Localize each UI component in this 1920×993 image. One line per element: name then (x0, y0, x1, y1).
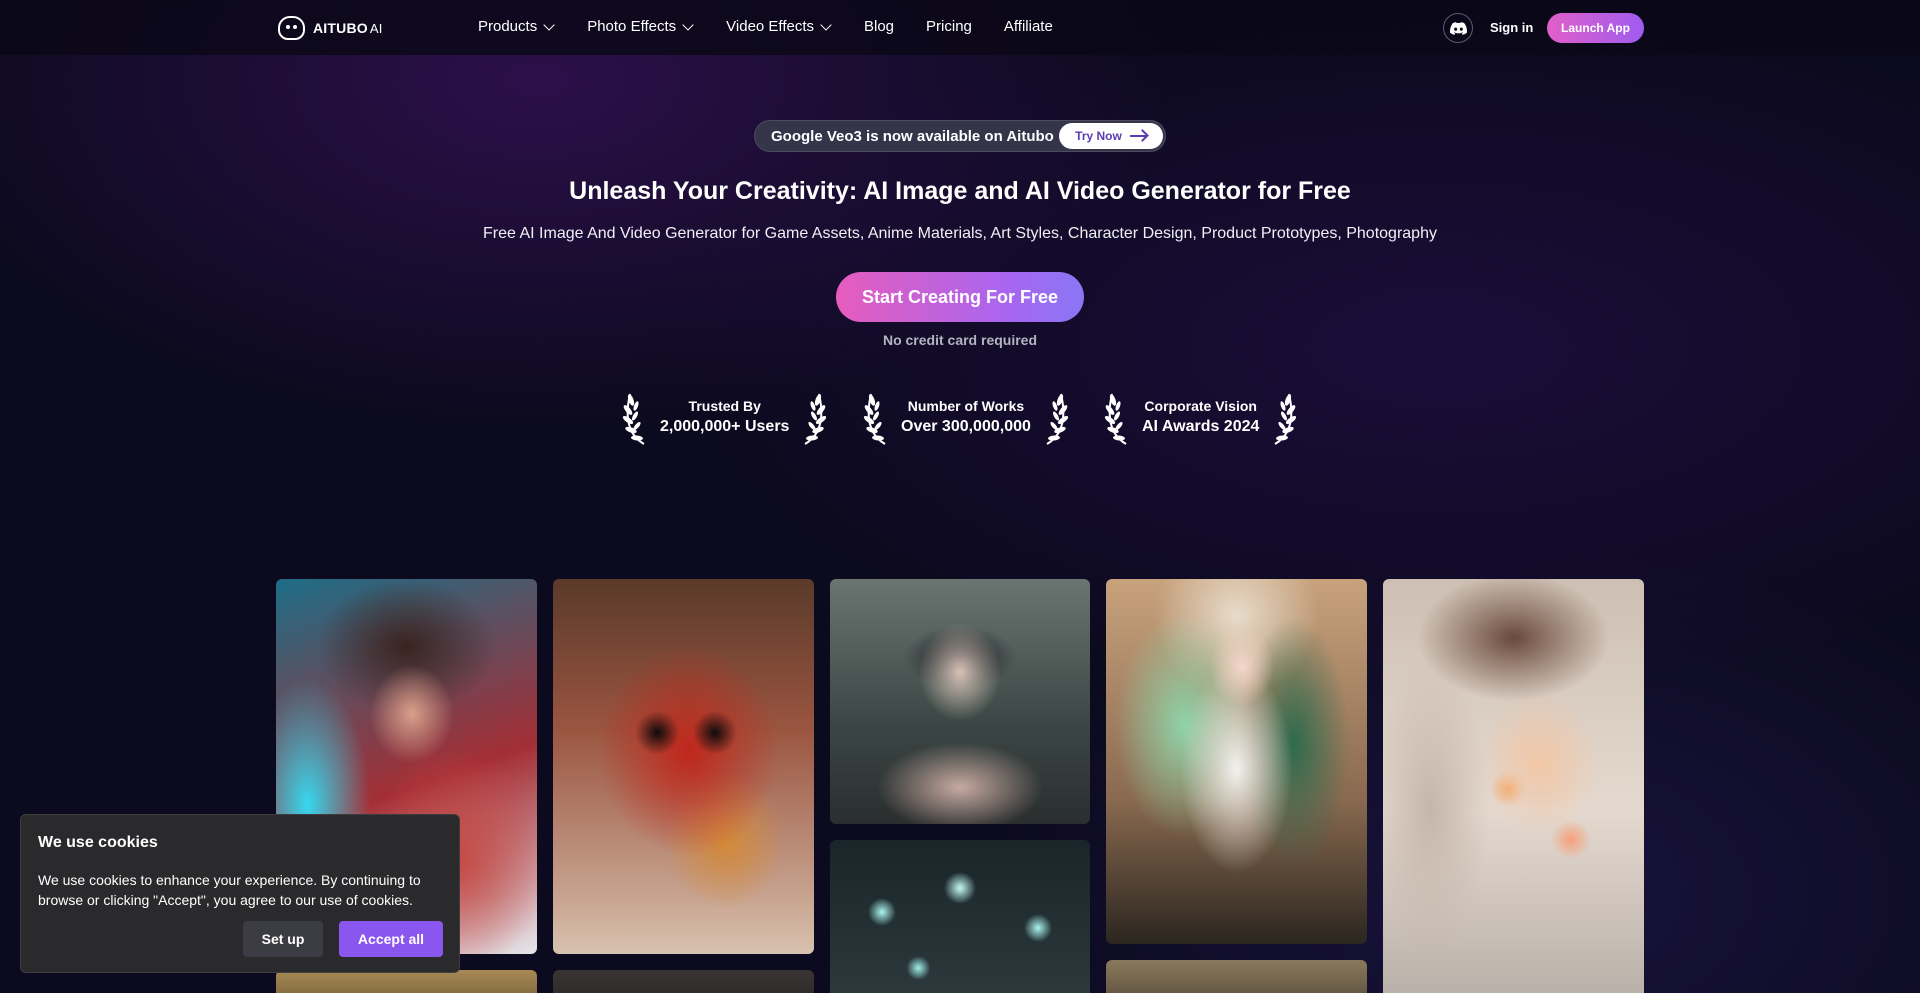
nav-item-photo-effects[interactable]: Photo Effects (587, 18, 694, 35)
award-text: Corporate Vision AI Awards 2024 (1132, 398, 1269, 436)
try-now-label: Try Now (1075, 129, 1122, 143)
nav-item-label: Products (478, 18, 538, 35)
cookie-setup-button[interactable]: Set up (243, 921, 323, 957)
bear-logo-icon (278, 16, 305, 40)
gallery-image-portrait-girl[interactable] (1383, 579, 1644, 993)
cookie-text: We use cookies to enhance your experienc… (38, 872, 421, 908)
cookie-title: We use cookies (38, 834, 158, 851)
award-label: Trusted By (688, 398, 761, 414)
nav-item-label: Affiliate (1003, 18, 1053, 35)
award-text: Number of Works Over 300,000,000 (891, 398, 1041, 436)
brand-logo[interactable]: AITUBO AI (278, 16, 383, 40)
award-value: AI Awards 2024 (1142, 418, 1260, 435)
discord-icon (1449, 21, 1467, 35)
laurel-left-icon (622, 393, 645, 445)
chevron-down-icon (543, 18, 555, 31)
discord-button[interactable] (1443, 13, 1473, 43)
nav-item-blog[interactable]: Blog (864, 18, 894, 35)
start-creating-button[interactable]: Start Creating For Free (836, 272, 1084, 322)
nav-item-pricing[interactable]: Pricing (926, 18, 972, 35)
award-label: Number of Works (907, 398, 1025, 414)
nav-item-video-effects[interactable]: Video Effects (726, 18, 832, 35)
brand-suffix: AI (369, 21, 383, 36)
laurel-left-icon (863, 393, 886, 445)
gallery-image-red-bird[interactable] (553, 579, 814, 954)
award-value: 2,000,000+ Users (660, 418, 790, 435)
laurel-right-icon (804, 393, 827, 445)
announcement-banner: Google Veo3 is now available on Aitubo T… (754, 120, 1166, 152)
award-value: Over 300,000,000 (901, 418, 1031, 435)
award-number-of-works: Number of Works Over 300,000,000 (863, 388, 1069, 446)
gallery-image-masked-woman[interactable] (830, 579, 1090, 824)
award-trusted-by: Trusted By 2,000,000+ Users (622, 388, 827, 446)
try-now-button[interactable]: Try Now (1059, 123, 1163, 149)
laurel-right-icon (1046, 393, 1069, 445)
gallery-image-light-bulbs[interactable] (830, 840, 1090, 993)
nav-item-products[interactable]: Products (478, 18, 555, 35)
launch-app-button[interactable]: Launch App (1547, 13, 1644, 43)
sign-in-link[interactable]: Sign in (1490, 20, 1533, 35)
laurel-left-icon (1104, 393, 1127, 445)
brand-name: AITUBO AI (313, 20, 383, 36)
nav-item-label: Pricing (926, 18, 972, 35)
nav-item-affiliate[interactable]: Affiliate (1004, 18, 1053, 35)
brand-name-text: AITUBO (313, 20, 368, 36)
gallery-image-anime-knight[interactable] (1106, 579, 1367, 944)
announcement-text: Google Veo3 is now available on Aitubo (771, 127, 1054, 145)
gallery-image-partial[interactable] (276, 970, 537, 993)
no-credit-card-note: No credit card required (882, 332, 1038, 348)
nav-links: Products Photo Effects Video Effects Blo… (478, 18, 1053, 35)
top-navbar: AITUBO AI Products Photo Effects Video Ef… (0, 0, 1920, 55)
chevron-down-icon (820, 18, 832, 31)
cookie-banner: We use cookies We use cookies to enhance… (20, 814, 460, 973)
award-label: Corporate Vision (1144, 398, 1257, 414)
hero-subtitle: Free AI Image And Video Generator for Ga… (483, 225, 1437, 242)
gallery-image-partial[interactable] (553, 970, 814, 993)
hero-title: Unleash Your Creativity: AI Image and AI… (569, 177, 1351, 205)
award-corporate-vision: Corporate Vision AI Awards 2024 (1104, 388, 1297, 446)
chevron-down-icon (682, 18, 694, 31)
nav-item-label: Video Effects (726, 18, 814, 35)
arrow-right-icon (1129, 135, 1147, 137)
nav-item-label: Photo Effects (587, 18, 677, 35)
gallery-image-partial[interactable] (1106, 960, 1367, 993)
nav-item-label: Blog (864, 18, 895, 35)
laurel-right-icon (1274, 393, 1297, 445)
cookie-accept-button[interactable]: Accept all (339, 921, 443, 957)
award-text: Trusted By 2,000,000+ Users (650, 398, 799, 436)
